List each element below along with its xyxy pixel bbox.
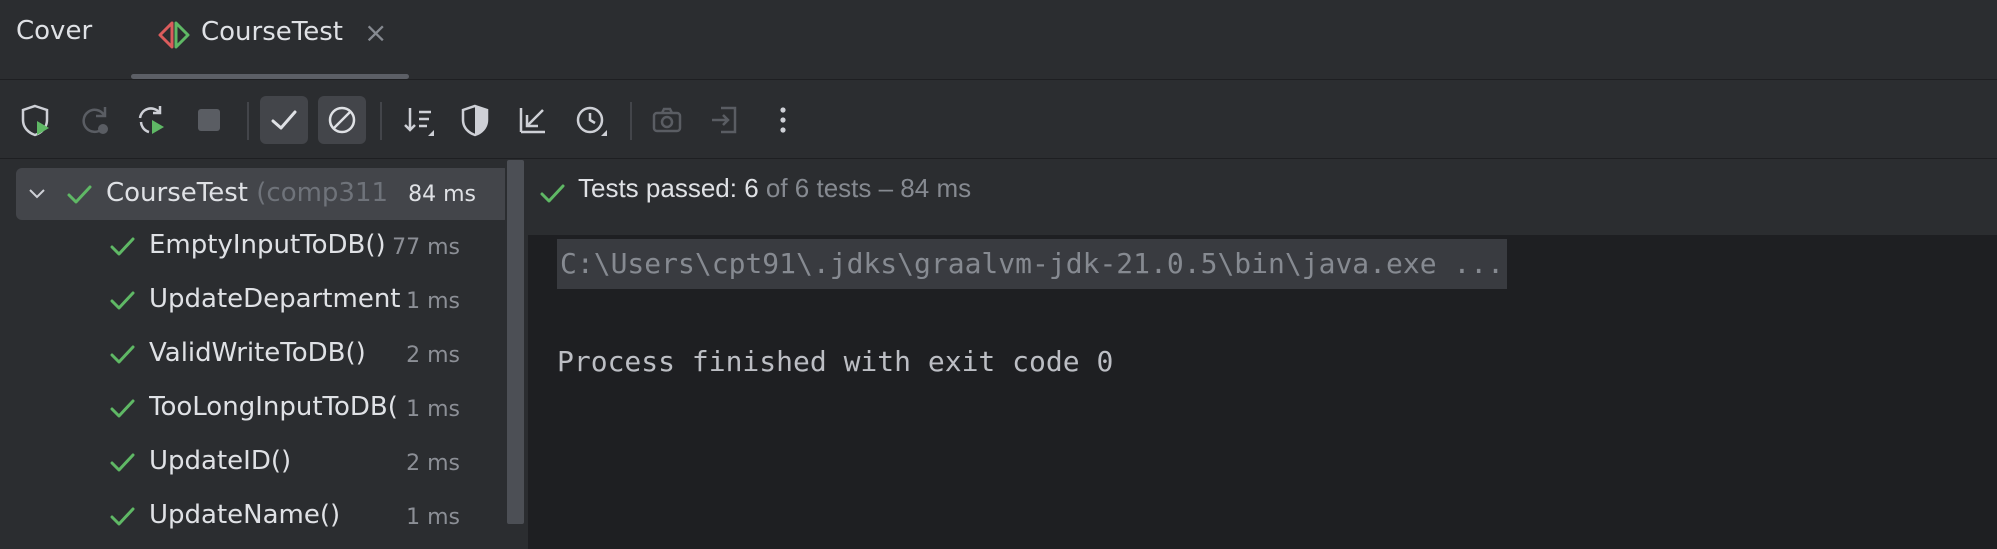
command-line[interactable]: C:\Users\cpt91\.jdks\graalvm-jdk-21.0.5\… (557, 239, 1508, 289)
tree-root-duration: 84 ms (408, 182, 476, 207)
test-name: UpdateID() (149, 446, 292, 476)
camera-icon (652, 107, 682, 133)
import-icon (712, 106, 737, 134)
test-row[interactable]: UpdateName() 1 ms (0, 491, 510, 543)
tab-active-indicator (131, 74, 409, 79)
toolbar-separator (380, 102, 382, 140)
test-row[interactable]: UpdateID() 2 ms (0, 437, 510, 489)
test-toolbar (0, 80, 1997, 159)
test-row[interactable]: TooLongInputToDB( 1 ms (0, 383, 510, 435)
more-icon (780, 107, 786, 133)
test-tree: CourseTest (comp311 84 ms EmptyInputToDB… (0, 159, 527, 549)
rerun-with-coverage-icon (21, 104, 49, 137)
passed-check-icon (110, 399, 135, 418)
test-name: UpdateDepartment( (149, 284, 401, 314)
test-name: EmptyInputToDB() (149, 230, 386, 260)
toolbar-separator (630, 102, 632, 140)
camera-button[interactable] (643, 96, 691, 144)
toolbar-separator (247, 102, 249, 140)
stop-icon (198, 109, 220, 131)
test-duration: 1 ms (406, 505, 460, 530)
test-status-bar: Tests passed: 6 of 6 tests – 84 ms (528, 159, 1997, 235)
tree-root-label: CourseTest (comp311 (106, 178, 389, 208)
history-button[interactable] (567, 96, 615, 144)
test-duration: 1 ms (406, 289, 460, 314)
test-row[interactable]: UpdateDepartment( 1 ms (0, 275, 510, 327)
tool-window-header: Cover CourseTest × (0, 0, 1997, 80)
test-row[interactable]: EmptyInputToDB() 77 ms (0, 221, 510, 273)
sort-icon (404, 108, 434, 136)
test-duration: 2 ms (406, 343, 460, 368)
tab-coursetest[interactable]: CourseTest × (131, 0, 409, 79)
rerun-failed-icon (82, 107, 108, 134)
show-ignored-icon (328, 106, 356, 134)
toggle-auto-test-button[interactable] (127, 96, 175, 144)
collapse-icon (519, 108, 545, 134)
test-name: TooLongInputToDB( (149, 392, 398, 422)
passed-check-icon (110, 507, 135, 526)
import-button[interactable] (701, 96, 749, 144)
passed-check-icon (110, 291, 135, 310)
passed-check-icon (110, 237, 135, 256)
process-exit-message: Process finished with exit code 0 (557, 345, 1114, 378)
passed-check-icon (110, 345, 135, 364)
history-icon (576, 106, 607, 136)
test-duration: 1 ms (406, 397, 460, 422)
tree-scrollbar-thumb[interactable] (507, 160, 524, 524)
tab-label: CourseTest (201, 17, 343, 47)
passed-check-icon (540, 184, 565, 203)
shield-button[interactable] (451, 96, 499, 144)
show-passed-button[interactable] (260, 96, 308, 144)
show-ignored-button[interactable] (318, 96, 366, 144)
passed-check-icon (110, 453, 135, 472)
sort-button[interactable] (394, 96, 442, 144)
rerun-failed-button[interactable] (70, 96, 118, 144)
test-row[interactable]: ValidWriteToDB() 2 ms (0, 329, 510, 381)
test-run-icon (158, 21, 190, 49)
console-output[interactable]: C:\Users\cpt91\.jdks\graalvm-jdk-21.0.5\… (528, 235, 1997, 549)
collapse-button[interactable] (509, 96, 557, 144)
test-duration: 2 ms (406, 451, 460, 476)
stop-button[interactable] (185, 96, 233, 144)
chevron-down-icon[interactable] (26, 182, 48, 204)
rerun-with-coverage-button[interactable] (11, 96, 59, 144)
test-summary: Tests passed: 6 of 6 tests – 84 ms (578, 173, 972, 203)
panel-title: Cover (16, 16, 93, 46)
passed-check-icon (67, 185, 92, 204)
tree-root-package: (comp311 (256, 178, 389, 208)
test-duration: 77 ms (392, 235, 460, 260)
test-name: UpdateName() (149, 500, 341, 530)
toggle-auto-test-icon (138, 106, 164, 134)
show-passed-icon (271, 110, 297, 130)
close-icon[interactable]: × (364, 16, 387, 49)
shield-icon (461, 104, 489, 137)
tree-root-row[interactable]: CourseTest (comp311 84 ms (16, 168, 510, 220)
test-name: ValidWriteToDB() (149, 338, 366, 368)
more-button[interactable] (759, 96, 807, 144)
